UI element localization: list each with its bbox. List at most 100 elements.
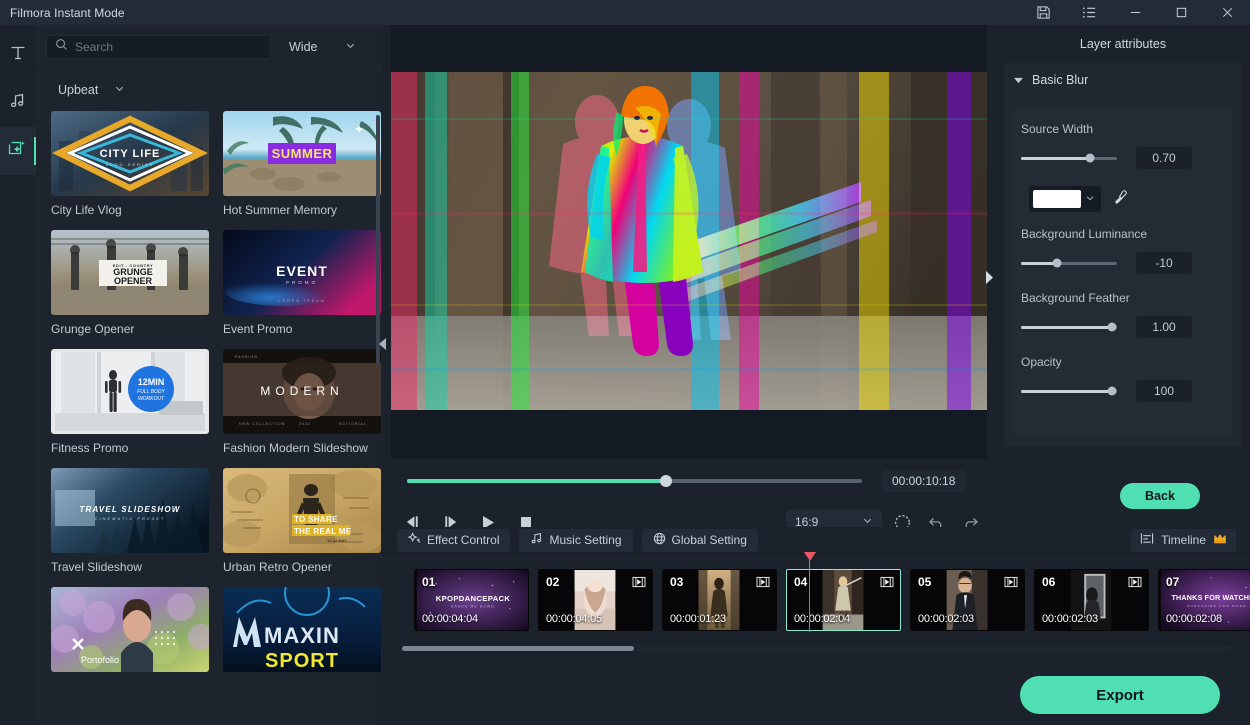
effect-group-header[interactable]: Basic Blur [1004, 62, 1242, 98]
clip-number: 02 [546, 575, 559, 589]
opacity-slider[interactable] [1021, 390, 1117, 393]
template-browser-panel: Wide Upbeat [36, 25, 382, 725]
clip-duration: 00:00:01:23 [670, 613, 726, 625]
timeline-clip[interactable]: THANKS FOR WATCHING SUBSCRIBE FOR MORE 0… [1158, 569, 1250, 631]
back-button[interactable]: Back [1120, 483, 1200, 509]
template-label: Urban Retro Opener [223, 560, 381, 574]
tab-effect-control[interactable]: Effect Control [397, 529, 510, 552]
template-label: Fashion Modern Slideshow [223, 441, 381, 455]
timeline-clip[interactable]: 04 00:00:02:04 [786, 569, 901, 631]
collapse-right-panel-icon[interactable] [984, 268, 994, 286]
export-bar: Export [996, 665, 1250, 725]
source-width-value[interactable]: 0.70 [1136, 147, 1192, 169]
portofolio-text: Portofolio [81, 655, 119, 665]
effect-icon [408, 532, 421, 548]
property-row: -10 [1021, 252, 1225, 274]
music-icon [8, 91, 28, 116]
background-luminance-value[interactable]: -10 [1136, 252, 1192, 274]
video-preview[interactable] [391, 72, 987, 410]
svg-text:SUBSCRIBE FOR MORE: SUBSCRIBE FOR MORE [1187, 604, 1247, 608]
background-luminance-slider[interactable] [1021, 262, 1117, 265]
background-feather-slider[interactable] [1021, 326, 1117, 329]
progress-slider[interactable] [407, 479, 862, 483]
eyedropper-icon[interactable] [1113, 189, 1129, 210]
bottom-spacer [382, 665, 996, 725]
template-card[interactable]: EDIT . COUNTRY GRUNGE OPENER Grunge Open… [51, 230, 209, 336]
category-dropdown[interactable]: Upbeat [36, 69, 382, 111]
svg-text:THANKS FOR WATCHING: THANKS FOR WATCHING [1171, 594, 1250, 602]
svg-text:SPORT: SPORT [265, 650, 339, 672]
left-icon-rail [0, 25, 36, 725]
tab-label: Effect Control [427, 533, 499, 547]
film-icon [756, 575, 770, 593]
color-dropdown[interactable] [1029, 186, 1101, 212]
svg-text:CITY LIFE: CITY LIFE [100, 148, 161, 160]
ratio-filter-dropdown[interactable]: Wide [289, 40, 356, 54]
svg-text:TO SHARE: TO SHARE [294, 515, 338, 524]
clip-number: 03 [670, 575, 683, 589]
effect-properties: Source Width 0.70 [1013, 108, 1233, 435]
clip-number: 01 [422, 575, 435, 589]
list-icon[interactable] [1066, 0, 1112, 25]
template-card[interactable]: CITY LIFE VLOG SERIES City Life Vlog [51, 111, 209, 217]
color-picker-row [1029, 186, 1225, 212]
timeline-scrollbar-track[interactable] [402, 646, 1232, 651]
clip-duration: 00:00:02:03 [918, 613, 974, 625]
timeline-button[interactable]: Timeline [1131, 529, 1236, 552]
property-row: 0.70 [1021, 147, 1225, 169]
triangle-down-icon [1014, 71, 1023, 89]
template-card[interactable]: TO SHARE THE REAL ME 12-22 MAY Urban Ret… [223, 468, 381, 574]
tab-music-setting[interactable]: Music Setting [519, 529, 632, 552]
timeline-clip[interactable]: KPOPDANCEPACK DANCE ME DOWN 01 00:00:04:… [414, 569, 529, 631]
sidebar-item-text[interactable] [0, 31, 36, 79]
collapse-left-panel-icon[interactable] [378, 336, 388, 352]
browser-scrollbar[interactable] [376, 115, 380, 365]
sidebar-item-music[interactable] [0, 79, 36, 127]
property-label: Source Width [1021, 122, 1225, 136]
template-card[interactable]: MAXIN SPORT [223, 587, 381, 679]
source-width-slider[interactable] [1021, 157, 1117, 160]
sidebar-item-effects[interactable] [0, 127, 36, 175]
effect-group-name: Basic Blur [1032, 73, 1088, 87]
clip-list: KPOPDANCEPACK DANCE ME DOWN 01 00:00:04:… [414, 569, 1250, 631]
opacity-value[interactable]: 100 [1136, 380, 1192, 402]
template-card[interactable]: SUMMER Hot Summer Memory [223, 111, 381, 217]
template-label: Event Promo [223, 322, 381, 336]
template-thumbnail: MODERN FASHION NEW COLLECTION 2022 EDITO… [223, 349, 381, 434]
timeline-scrollbar-thumb[interactable] [402, 646, 634, 651]
close-icon[interactable] [1204, 0, 1250, 25]
timeline-clip[interactable]: 02 00:00:04:05 [538, 569, 653, 631]
template-thumbnail: EVENT PROMO LOREM IPSUM [223, 230, 381, 315]
template-grid-scroll[interactable]: CITY LIFE VLOG SERIES City Life Vlog [36, 111, 382, 725]
progress-handle[interactable] [660, 475, 672, 487]
template-card[interactable]: TRAVEL SLIDESHOW CINEMATIC PRESET Travel… [51, 468, 209, 574]
minimize-icon[interactable] [1112, 0, 1158, 25]
clip-number: 05 [918, 575, 931, 589]
maximize-icon[interactable] [1158, 0, 1204, 25]
property-label: Background Feather [1021, 291, 1225, 305]
svg-text:12-22 MAY: 12-22 MAY [327, 538, 347, 543]
timeline-label: Timeline [1161, 533, 1206, 547]
save-icon[interactable] [1020, 0, 1066, 25]
svg-text:LOREM IPSUM: LOREM IPSUM [278, 299, 325, 303]
search-box[interactable] [46, 35, 271, 59]
template-thumbnail: SUMMER [223, 111, 381, 196]
template-card[interactable]: MODERN FASHION NEW COLLECTION 2022 EDITO… [223, 349, 381, 455]
search-input[interactable] [75, 40, 255, 54]
category-label: Upbeat [58, 83, 98, 97]
playhead[interactable] [809, 554, 810, 632]
timeline-clip[interactable]: 03 00:00:01:23 [662, 569, 777, 631]
film-icon [1004, 575, 1018, 593]
template-card[interactable]: Portofolio [51, 587, 209, 679]
timeline-clip[interactable]: 06 00:00:02:03 [1034, 569, 1149, 631]
export-button[interactable]: Export [1020, 676, 1220, 714]
timeline-clip[interactable]: 05 00:00:02:03 [910, 569, 1025, 631]
browser-toolbar: Wide [36, 25, 382, 69]
tab-global-setting[interactable]: Global Setting [642, 529, 758, 552]
property-row: 1.00 [1021, 316, 1225, 338]
template-card[interactable]: EVENT PROMO LOREM IPSUM Event Promo [223, 230, 381, 336]
music-note-icon [530, 532, 543, 548]
svg-text:DANCE ME DOWN: DANCE ME DOWN [451, 605, 495, 609]
background-feather-value[interactable]: 1.00 [1136, 316, 1192, 338]
template-card[interactable]: 12MIN FULL BODY WORKOUT Fitness Promo [51, 349, 209, 455]
